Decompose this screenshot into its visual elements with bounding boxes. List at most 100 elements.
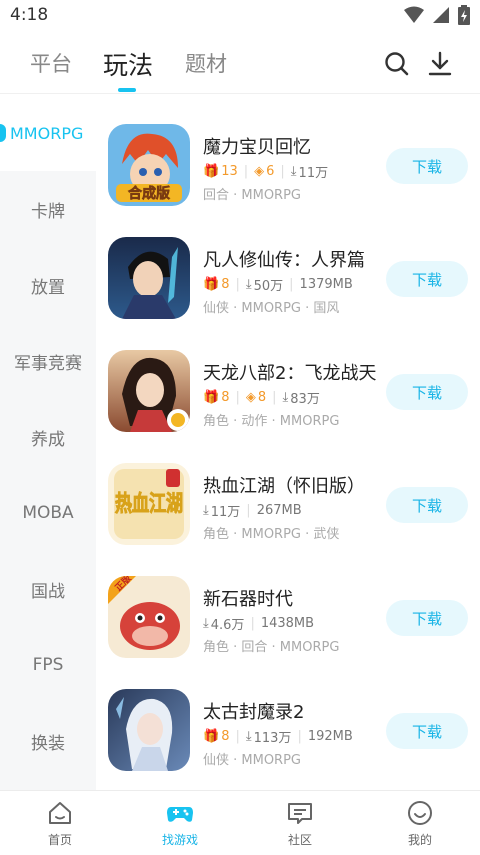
game-tags: 角色 · 动作 · MMORPG: [203, 414, 340, 429]
coupon-stat: ◈ 8: [245, 390, 267, 405]
download-button[interactable]: 下载: [386, 261, 468, 297]
profile-icon: [408, 801, 432, 825]
genre-sidebar: MMORPG 卡牌 放置 军事竞赛 养成 MOBA 国战 FPS 换装: [0, 95, 96, 790]
icon-badge-text: 合成版: [128, 185, 170, 202]
game-tags: 仙侠 · MMORPG: [203, 753, 302, 768]
download-icon[interactable]: [426, 50, 454, 78]
coupon-stat: ◈ 6: [254, 164, 275, 179]
sidebar-item-idle[interactable]: 放置: [0, 247, 96, 323]
status-icons: [404, 5, 470, 25]
nav-label: 社区: [287, 833, 312, 847]
download-count: ⤓ 4.6万: [203, 616, 245, 633]
nav-label: 我的: [407, 833, 432, 847]
game-stats: ⤓ 4.6万 | 1438MB: [203, 616, 315, 633]
game-list-item[interactable]: 合成版 魔力宝贝回忆 🎁 13 | ◈ 6 | ⤓ 11万 回合 · MMORPG 下…: [96, 95, 480, 208]
download-count: ⤓ 11万: [203, 503, 241, 520]
game-tags: 仙侠 · MMORPG · 国风: [203, 301, 340, 316]
nav-label: 找游戏: [161, 833, 198, 847]
game-list-item[interactable]: 凡人修仙传：人界篇 🎁 8 | ⤓ 50万 | 1379MB 仙侠 · MMORPG…: [96, 208, 480, 321]
game-list-item[interactable]: 天龙八部2：飞龙战天 🎁 8 | ◈ 8 | ⤓ 83万 角色 · 动作 · MMOR…: [96, 321, 480, 434]
gift-icon: 🎁: [203, 729, 220, 744]
bottom-nav: 首页 找游戏 社区 我的: [0, 790, 480, 855]
sidebar-item-mmorpg[interactable]: MMORPG: [0, 95, 96, 171]
wifi-icon: [404, 6, 424, 23]
coupon-icon: ◈: [254, 164, 265, 179]
signal-icon: [433, 7, 449, 23]
file-size: 1438MB: [260, 616, 315, 631]
game-icon-xinshiqi[interactable]: 正版: [108, 576, 190, 658]
game-stats: 🎁 8 | ⤓ 50万 | 1379MB: [203, 277, 353, 294]
nav-community[interactable]: 社区: [240, 791, 360, 855]
game-stats: 🎁 8 | ◈ 8 | ⤓ 83万: [203, 390, 320, 407]
nav-profile[interactable]: 我的: [360, 791, 480, 855]
game-icon-molibaobei[interactable]: 合成版: [108, 124, 190, 206]
download-count: ⤓ 50万: [245, 277, 284, 294]
game-stats: ⤓ 11万 | 267MB: [203, 503, 302, 520]
gamepad-icon: [167, 807, 193, 822]
gift-icon: 🎁: [203, 390, 220, 405]
download-small-icon: ⤓: [282, 390, 289, 405]
gift-stat: 🎁 8: [203, 390, 230, 405]
category-header: 平台 玩法 题材: [0, 34, 480, 94]
community-icon: [288, 803, 312, 824]
status-time: 4:18: [10, 5, 49, 25]
icon-logo-text: 热血江湖: [115, 491, 183, 517]
sidebar-item-card[interactable]: 卡牌: [0, 171, 96, 247]
game-icon-tianlong[interactable]: [108, 350, 190, 432]
file-size: 267MB: [256, 503, 302, 518]
game-list-item[interactable]: 太古封魔录2 🎁 8 | ⤓ 113万 | 192MB 仙侠 · MMORPG 下载: [96, 660, 480, 773]
sidebar-item-nation-war[interactable]: 国战: [0, 551, 96, 627]
nav-label: 首页: [47, 833, 72, 847]
nav-home[interactable]: 首页: [0, 791, 120, 855]
download-small-icon: ⤓: [245, 729, 252, 744]
gift-stat: 🎁 13: [203, 164, 238, 179]
game-title: 天龙八部2：飞龙战天: [203, 363, 377, 384]
download-button[interactable]: 下载: [386, 600, 468, 636]
game-stats: 🎁 13 | ◈ 6 | ⤓ 11万: [203, 164, 329, 181]
sidebar-item-fps[interactable]: FPS: [0, 627, 96, 703]
game-list-item[interactable]: 正版 新石器时代 ⤓ 4.6万 | 1438MB 角色 · 回合 · MMORPG…: [96, 547, 480, 660]
file-size: 192MB: [307, 729, 353, 744]
gift-icon: 🎁: [203, 164, 220, 179]
game-list-item[interactable]: 热血江湖 热血江湖（怀旧版） ⤓11万 | 267MB 角色 · MMORPG …: [96, 434, 480, 547]
file-size: 1379MB: [299, 277, 353, 292]
gift-stat: 🎁 8: [203, 277, 230, 292]
search-icon[interactable]: [383, 50, 411, 78]
battery-icon: [458, 5, 470, 25]
sidebar-item-moba[interactable]: MOBA: [0, 475, 96, 551]
game-stats: 🎁 8 | ⤓ 113万 | 192MB: [203, 729, 353, 746]
download-button[interactable]: 下载: [386, 487, 468, 523]
sidebar-item-dressup[interactable]: 换装: [0, 703, 96, 779]
sidebar-item-military[interactable]: 军事竞赛: [0, 323, 96, 399]
home-icon: [49, 802, 71, 824]
download-count: ⤓ 113万: [245, 729, 292, 746]
coupon-icon: ◈: [245, 390, 256, 405]
download-button[interactable]: 下载: [386, 148, 468, 184]
download-small-icon: ⤓: [245, 277, 252, 292]
nav-find-games[interactable]: 找游戏: [120, 791, 240, 855]
tab-indicator: [118, 88, 136, 92]
tab-theme[interactable]: 题材: [185, 48, 227, 78]
download-count: ⤓ 11万: [290, 164, 329, 181]
game-title: 新石器时代: [203, 589, 293, 610]
download-small-icon: ⤓: [203, 616, 209, 631]
tab-gameplay[interactable]: 玩法: [103, 46, 153, 82]
download-button[interactable]: 下载: [386, 713, 468, 749]
gift-icon: 🎁: [203, 277, 220, 292]
tab-platform[interactable]: 平台: [30, 48, 72, 78]
sidebar-item-raising[interactable]: 养成: [0, 399, 96, 475]
game-icon-fanren[interactable]: [108, 237, 190, 319]
game-icon-rexue[interactable]: 热血江湖: [108, 463, 190, 545]
game-icon-taigu[interactable]: [108, 689, 190, 771]
download-small-icon: ⤓: [203, 503, 209, 518]
download-small-icon: ⤓: [290, 164, 297, 179]
status-bar: 4:18: [0, 0, 480, 34]
download-button[interactable]: 下载: [386, 374, 468, 410]
game-title: 魔力宝贝回忆: [203, 137, 311, 158]
gift-stat: 🎁 8: [203, 729, 230, 744]
game-title: 凡人修仙传：人界篇: [203, 250, 365, 271]
game-tags: 回合 · MMORPG: [203, 188, 302, 203]
game-tags: 角色 · 回合 · MMORPG: [203, 640, 340, 655]
game-title: 热血江湖（怀旧版）: [203, 476, 365, 497]
download-count: ⤓ 83万: [282, 390, 320, 407]
